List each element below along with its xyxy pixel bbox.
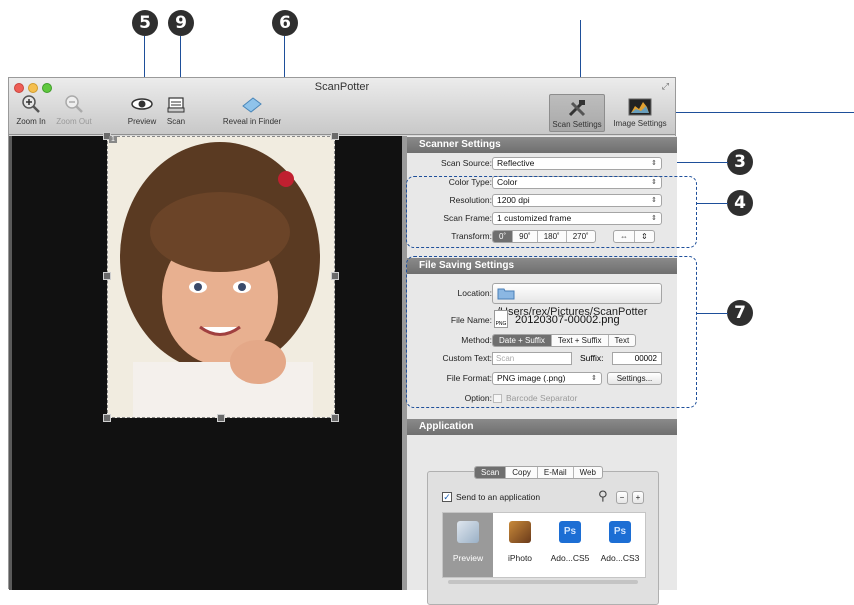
app-label-ps-cs3: Ado...CS3 bbox=[600, 553, 640, 563]
application-header: Application bbox=[407, 419, 677, 435]
histogram-icon bbox=[628, 98, 652, 116]
preview-button[interactable]: Preview bbox=[123, 94, 161, 126]
scanner-icon bbox=[167, 97, 185, 113]
remove-app-button[interactable]: − bbox=[616, 491, 628, 504]
callout-line-7 bbox=[697, 313, 728, 314]
zoom-out-icon bbox=[65, 95, 83, 113]
crop-handle-br[interactable] bbox=[331, 414, 339, 422]
callout-9: 9 bbox=[168, 10, 194, 36]
crop-handle-mr[interactable] bbox=[331, 272, 339, 280]
scan-source-select[interactable]: Reflective ⇕ bbox=[492, 157, 662, 170]
photoshop-cs5-icon: Ps bbox=[559, 521, 581, 543]
zoom-in-icon bbox=[22, 95, 40, 113]
callout-7: 7 bbox=[727, 300, 753, 326]
titlebar: ScanPotter ⤢ Zoom In Zoom Out Preview Sc… bbox=[9, 78, 675, 135]
finder-icon bbox=[242, 97, 262, 113]
app-preview[interactable]: Preview bbox=[443, 513, 493, 577]
image-settings-label: Image Settings bbox=[613, 119, 667, 128]
crop-handle-ml[interactable] bbox=[103, 272, 111, 280]
tab-email[interactable]: E-Mail bbox=[538, 467, 574, 478]
crop-handle-bm[interactable] bbox=[217, 414, 225, 422]
scan-settings-button[interactable]: Scan Settings bbox=[549, 94, 605, 132]
crop-handle-tr[interactable] bbox=[331, 132, 339, 140]
callout-5: 5 bbox=[132, 10, 158, 36]
tab-web[interactable]: Web bbox=[574, 467, 602, 478]
add-app-button[interactable]: + bbox=[632, 491, 644, 504]
preview-area[interactable]: 1 bbox=[9, 132, 402, 590]
photoshop-cs3-icon: Ps bbox=[609, 521, 631, 543]
tab-copy[interactable]: Copy bbox=[506, 467, 538, 478]
photo-image bbox=[108, 137, 334, 417]
application-tabs[interactable]: Scan Copy E-Mail Web bbox=[474, 466, 603, 479]
reveal-in-finder-button[interactable]: Reveal in Finder bbox=[219, 94, 285, 126]
scan-source-label: Scan Source: bbox=[440, 158, 492, 168]
tab-scan[interactable]: Scan bbox=[475, 467, 507, 478]
search-icon[interactable]: ⚲ bbox=[598, 488, 608, 504]
zoom-in-label: Zoom In bbox=[16, 117, 46, 126]
image-settings-button[interactable]: Image Settings bbox=[609, 94, 671, 132]
preview-app-icon bbox=[457, 521, 479, 543]
callout-6: 6 bbox=[272, 10, 298, 36]
zoom-out-button[interactable]: Zoom Out bbox=[53, 94, 95, 126]
app-list: Preview iPhoto Ps Ado...CS5 Ps Ado...CS3 bbox=[442, 512, 646, 578]
send-checkbox[interactable]: ✓ bbox=[442, 492, 452, 502]
file-saving-callout-box bbox=[406, 256, 697, 408]
scanner-settings-header: Scanner Settings bbox=[407, 137, 677, 153]
scan-settings-label: Scan Settings bbox=[552, 120, 602, 129]
tools-icon bbox=[568, 100, 586, 117]
callout-line-4 bbox=[697, 203, 728, 204]
app-photoshop-cs5[interactable]: Ps Ado...CS5 bbox=[545, 513, 595, 573]
preview-label: Preview bbox=[127, 117, 157, 126]
crop-handle-bl[interactable] bbox=[103, 414, 111, 422]
window-title: ScanPotter bbox=[314, 81, 370, 93]
application-box: Scan Copy E-Mail Web ✓ Send to an applic… bbox=[427, 466, 659, 605]
callout-line-image-settings bbox=[668, 112, 854, 113]
stepper-arrows-icon: ⇕ bbox=[651, 160, 657, 167]
zoom-out-label: Zoom Out bbox=[56, 117, 92, 126]
scan-source-value: Reflective bbox=[497, 158, 535, 168]
eye-icon bbox=[131, 98, 153, 110]
scan-button[interactable]: Scan bbox=[163, 94, 189, 126]
zoom-in-button[interactable]: Zoom In bbox=[13, 94, 49, 126]
fullscreen-icon[interactable]: ⤢ bbox=[662, 81, 669, 92]
scanner-settings-callout-box bbox=[406, 176, 697, 248]
app-photoshop-cs3[interactable]: Ps Ado...CS3 bbox=[595, 513, 645, 573]
scan-source-row: Scan Source: Reflective ⇕ bbox=[407, 157, 677, 171]
scan-label: Scan bbox=[166, 117, 186, 126]
app-iphoto[interactable]: iPhoto bbox=[495, 513, 545, 573]
send-label: Send to an application bbox=[456, 492, 541, 502]
scanned-photo[interactable] bbox=[107, 136, 335, 418]
reveal-label: Reveal in Finder bbox=[222, 117, 282, 126]
iphoto-app-icon bbox=[509, 521, 531, 543]
preview-gutter bbox=[9, 136, 12, 590]
app-label-preview: Preview bbox=[452, 553, 484, 563]
frame-number: 1 bbox=[109, 136, 117, 143]
callout-4: 4 bbox=[727, 190, 753, 216]
app-list-scrollbar[interactable] bbox=[448, 580, 638, 584]
app-label-ps-cs5: Ado...CS5 bbox=[550, 553, 590, 563]
callout-3: 3 bbox=[727, 149, 753, 175]
app-label-iphoto: iPhoto bbox=[507, 553, 533, 563]
